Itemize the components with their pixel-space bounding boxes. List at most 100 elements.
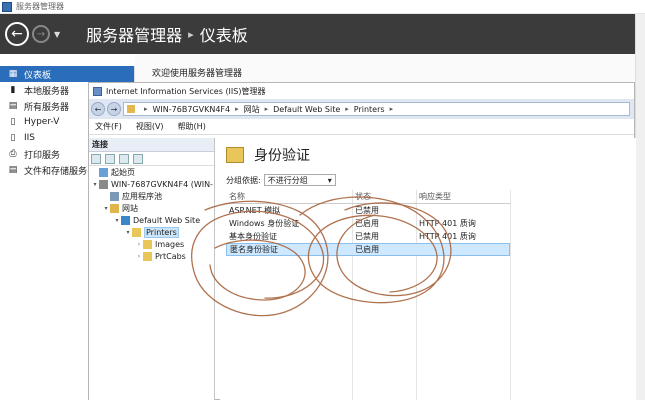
expand-toggle-icon[interactable]: ▾ bbox=[91, 181, 99, 188]
arrow-left-icon: ← bbox=[11, 26, 23, 42]
arrow-left-icon: ← bbox=[94, 104, 102, 114]
connect-icon[interactable] bbox=[91, 153, 101, 164]
menu-item[interactable]: 帮助(H) bbox=[178, 121, 206, 132]
cell-response: HTTP 401 质询 bbox=[419, 219, 476, 228]
menu-bar: 文件(F) 视图(V) 帮助(H) bbox=[89, 119, 634, 135]
iis-back-button[interactable]: ← bbox=[91, 102, 105, 116]
sidebar-item[interactable]: ▦ 仪表板 bbox=[0, 66, 134, 82]
forward-button[interactable]: → bbox=[32, 25, 50, 43]
window-scrollbar[interactable] bbox=[635, 14, 645, 400]
folder-icon bbox=[127, 105, 135, 113]
menu-item[interactable]: 视图(V) bbox=[136, 121, 164, 132]
table-row[interactable]: Windows 身份验证 已启用 HTTP 401 质询 bbox=[226, 217, 510, 230]
cell-name: Windows 身份验证 bbox=[229, 219, 300, 228]
group-by-value: 不进行分组 bbox=[267, 175, 308, 185]
expand-toggle-icon[interactable]: ▾ bbox=[113, 217, 121, 224]
globe-icon bbox=[121, 215, 130, 225]
table-row[interactable]: ASP.NET 模拟 已禁用 bbox=[226, 204, 510, 217]
address-bar: ← → ▸ WIN-76B7GVKN4F4 ▸ 网站 ▸ Default Web Site… bbox=[89, 99, 634, 119]
main-pane: 身份验证 分组依据: 不进行分组 ▾ 名称 状态 响应类型 ASP.NET 模拟… bbox=[220, 138, 636, 400]
column-header-response[interactable]: 响应类型 bbox=[416, 191, 510, 202]
tree-node[interactable]: › Images bbox=[89, 238, 214, 250]
server-manager-icon bbox=[2, 1, 12, 12]
cell-name: 基本身份验证 bbox=[229, 232, 277, 241]
address-segment[interactable]: WIN-76B7GVKN4F4 bbox=[153, 105, 231, 114]
authentication-table: 名称 状态 响应类型 ASP.NET 模拟 已禁用 Windows 身份验证 已启用 H… bbox=[226, 190, 510, 256]
sidebar-item-label: IIS bbox=[24, 133, 36, 143]
tree-node[interactable]: ▾ Default Web Site bbox=[89, 214, 214, 226]
folder-icon bbox=[132, 227, 141, 237]
path-separator-icon: ▸ bbox=[144, 105, 148, 113]
tree-node[interactable]: ▾ Printers bbox=[89, 226, 214, 238]
history-dropdown-icon[interactable]: ▼ bbox=[54, 30, 60, 39]
breadcrumb-root[interactable]: 服务器管理器 bbox=[86, 22, 182, 46]
group-by-row: 分组依据: 不进行分组 ▾ bbox=[220, 172, 636, 188]
cell-status: 已禁用 bbox=[355, 232, 379, 241]
hyperv-icon: ▯ bbox=[10, 117, 16, 127]
sidebar-item-label: 本地服务器 bbox=[24, 86, 70, 97]
address-path[interactable]: ▸ WIN-76B7GVKN4F4 ▸ 网站 ▸ Default Web Site ▸ Pri… bbox=[123, 102, 630, 116]
expand-toggle-icon[interactable]: ▾ bbox=[102, 205, 110, 212]
arrow-right-icon: → bbox=[36, 28, 46, 40]
address-segment[interactable]: Printers bbox=[354, 105, 385, 114]
path-separator-icon: ▸ bbox=[345, 105, 349, 113]
sidebar-item-label: 打印服务 bbox=[24, 150, 61, 161]
tree-node[interactable]: 起始页 bbox=[89, 166, 214, 178]
sites-icon bbox=[110, 203, 119, 213]
column-header-status[interactable]: 状态 bbox=[352, 191, 416, 202]
tree-node[interactable]: ▾ 网站 bbox=[89, 202, 214, 214]
tree-node-label: Printers bbox=[144, 226, 179, 238]
home-icon bbox=[99, 167, 108, 177]
sidebar-item-label: 仪表板 bbox=[24, 70, 52, 81]
cell-name: ASP.NET 模拟 bbox=[229, 206, 281, 215]
refresh-icon[interactable] bbox=[133, 153, 143, 164]
tree-node[interactable]: ▾ WIN-7687GVKN4F4 (WIN- bbox=[89, 178, 214, 190]
storage-icon: ▤ bbox=[8, 165, 18, 175]
table-row[interactable]: 匿名身份验证 已启用 bbox=[226, 243, 510, 256]
connections-tree: 起始页 ▾ WIN-7687GVKN4F4 (WIN- 应用程序池 ▾ 网站 ▾ Defaul… bbox=[89, 166, 214, 262]
expand-toggle-icon[interactable]: ▾ bbox=[124, 229, 132, 236]
up-icon[interactable] bbox=[119, 153, 129, 164]
tree-node[interactable]: 应用程序池 bbox=[89, 190, 214, 202]
cell-status: 已禁用 bbox=[355, 206, 379, 215]
expand-toggle-icon[interactable]: › bbox=[135, 253, 143, 260]
cell-status: 已启用 bbox=[355, 219, 379, 228]
feature-title: 身份验证 bbox=[254, 148, 310, 164]
sidebar-item-label: Hyper-V bbox=[24, 117, 60, 127]
sidebar-item-label: 文件和存储服务 bbox=[24, 166, 88, 177]
tree-node-label: PrtCabs bbox=[155, 251, 186, 261]
tree-node-label: Default Web Site bbox=[133, 215, 201, 225]
iis-titlebar: Internet Information Services (IIS)管理器 bbox=[89, 83, 634, 99]
printer-icon: ⎙ bbox=[9, 149, 17, 159]
folder-icon bbox=[143, 251, 152, 261]
iis-forward-button[interactable]: → bbox=[107, 102, 121, 116]
iis-manager-window: Internet Information Services (IIS)管理器 ←… bbox=[88, 82, 636, 400]
tree-node-label: WIN-7687GVKN4F4 (WIN- bbox=[111, 179, 213, 189]
connections-header: 连接 bbox=[89, 138, 214, 152]
pool-icon bbox=[110, 191, 119, 201]
menu-item[interactable]: 文件(F) bbox=[95, 121, 122, 132]
breadcrumb-separator-icon: ▸ bbox=[188, 27, 194, 41]
address-segment[interactable]: 网站 bbox=[244, 104, 260, 115]
sidebar-item-label: 所有服务器 bbox=[24, 102, 70, 113]
path-separator-icon: ▸ bbox=[235, 105, 239, 113]
servers-icon: ▤ bbox=[8, 101, 18, 111]
cell-status: 已启用 bbox=[355, 245, 380, 254]
table-row[interactable]: 基本身份验证 已禁用 HTTP 401 质询 bbox=[226, 230, 510, 243]
group-by-label: 分组依据: bbox=[226, 175, 261, 185]
connections-pane: 连接 起始页 ▾ WIN-7687GVKN4F4 (WIN- 应用程序池 ▾ 网站 ▾ Def… bbox=[89, 138, 215, 400]
group-by-select[interactable]: 不进行分组 ▾ bbox=[263, 174, 336, 186]
folder-icon bbox=[143, 239, 152, 249]
path-separator-icon: ▸ bbox=[389, 105, 394, 113]
tree-node[interactable]: › PrtCabs bbox=[89, 250, 214, 262]
column-header-name[interactable]: 名称 bbox=[226, 191, 352, 202]
dashboard-icon: ▦ bbox=[8, 69, 18, 79]
tree-node-label: 起始页 bbox=[111, 167, 135, 177]
window-titlebar: 服务器管理器 bbox=[0, 0, 645, 14]
save-icon[interactable] bbox=[105, 153, 115, 164]
server-icon bbox=[99, 179, 108, 189]
address-segment[interactable]: Default Web Site bbox=[273, 105, 340, 114]
expand-toggle-icon[interactable]: › bbox=[135, 241, 143, 248]
breadcrumb-current: 仪表板 bbox=[199, 26, 248, 45]
back-button[interactable]: ← bbox=[5, 22, 29, 46]
